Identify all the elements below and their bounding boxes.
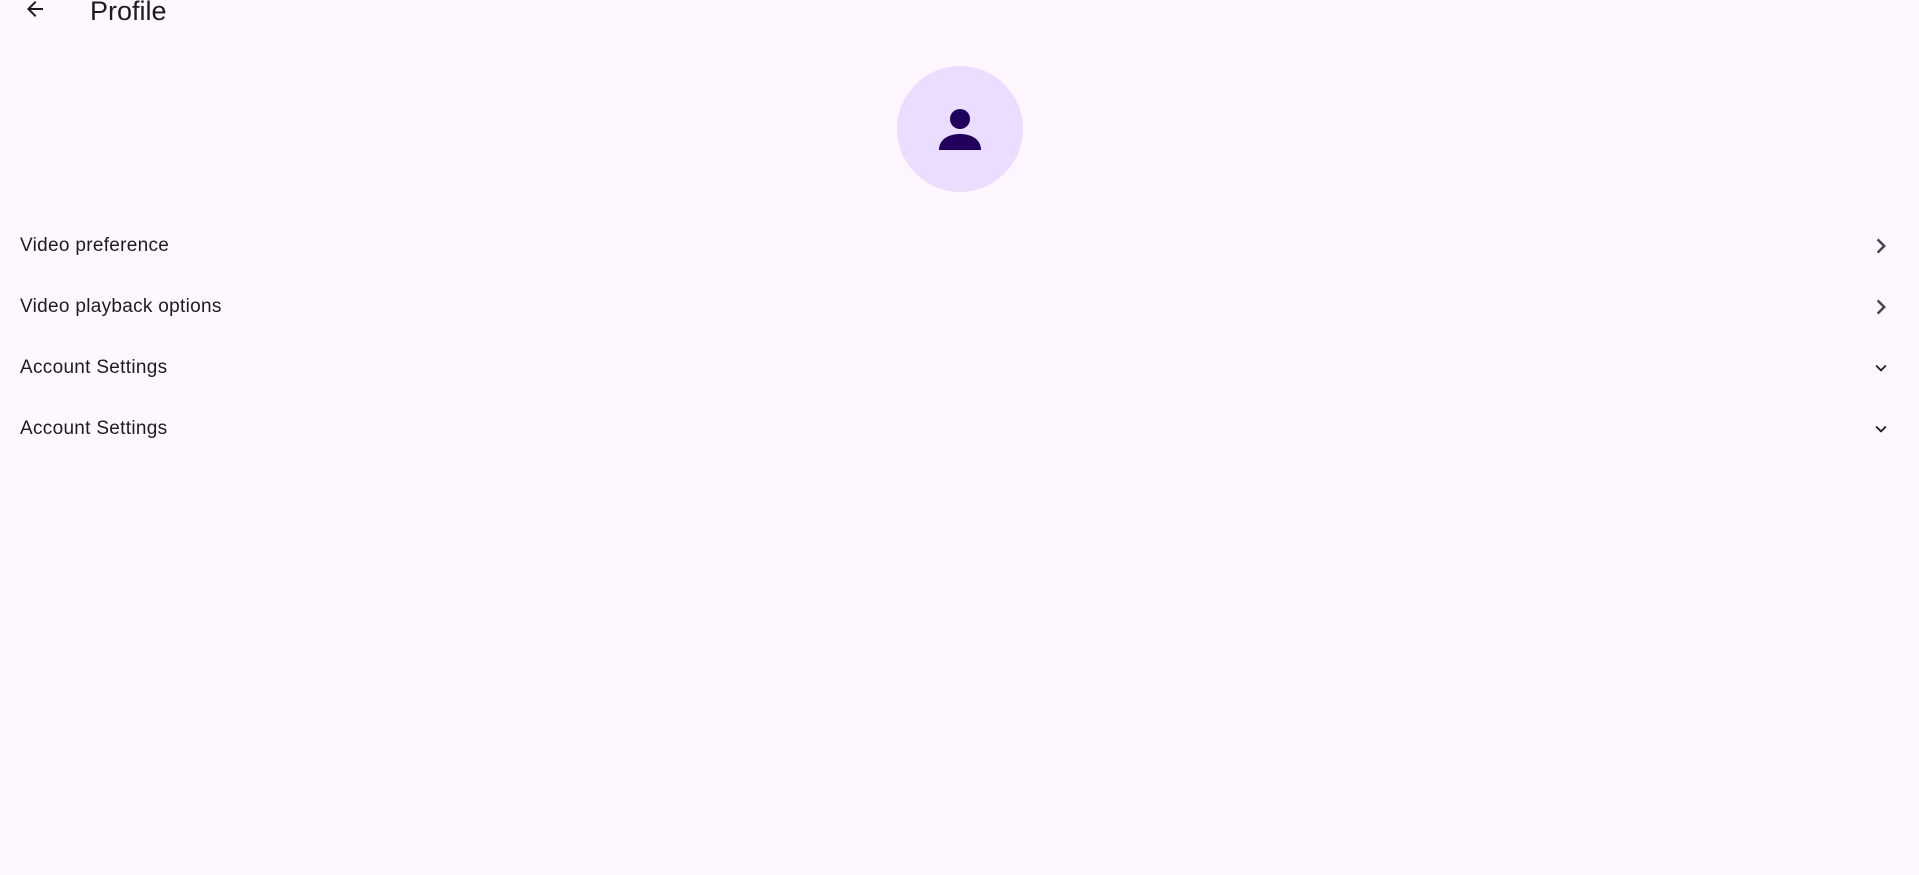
page-title: Profile (90, 0, 167, 26)
chevron-right-icon (1865, 230, 1897, 262)
menu-item-label: Account Settings (20, 417, 168, 439)
avatar[interactable] (897, 66, 1023, 192)
menu-item-video-playback-options[interactable]: Video playback options (0, 276, 1919, 337)
top-app-bar: Profile (0, 0, 1919, 28)
arrow-back-icon (27, 1, 43, 17)
chevron-down-icon (1865, 352, 1897, 384)
menu-item-account-settings[interactable]: Account Settings (0, 398, 1919, 459)
back-button[interactable] (18, 0, 52, 26)
menu-item-label: Video preference (20, 234, 170, 256)
menu-item-account-settings[interactable]: Account Settings (0, 337, 1919, 398)
settings-list: Video preference Video playback options … (0, 215, 1919, 459)
chevron-right-icon (1865, 291, 1897, 323)
chevron-down-icon (1865, 413, 1897, 445)
person-icon (939, 109, 981, 150)
menu-item-label: Video playback options (20, 295, 222, 317)
menu-item-label: Account Settings (20, 356, 168, 378)
menu-item-video-preference[interactable]: Video preference (0, 215, 1919, 276)
